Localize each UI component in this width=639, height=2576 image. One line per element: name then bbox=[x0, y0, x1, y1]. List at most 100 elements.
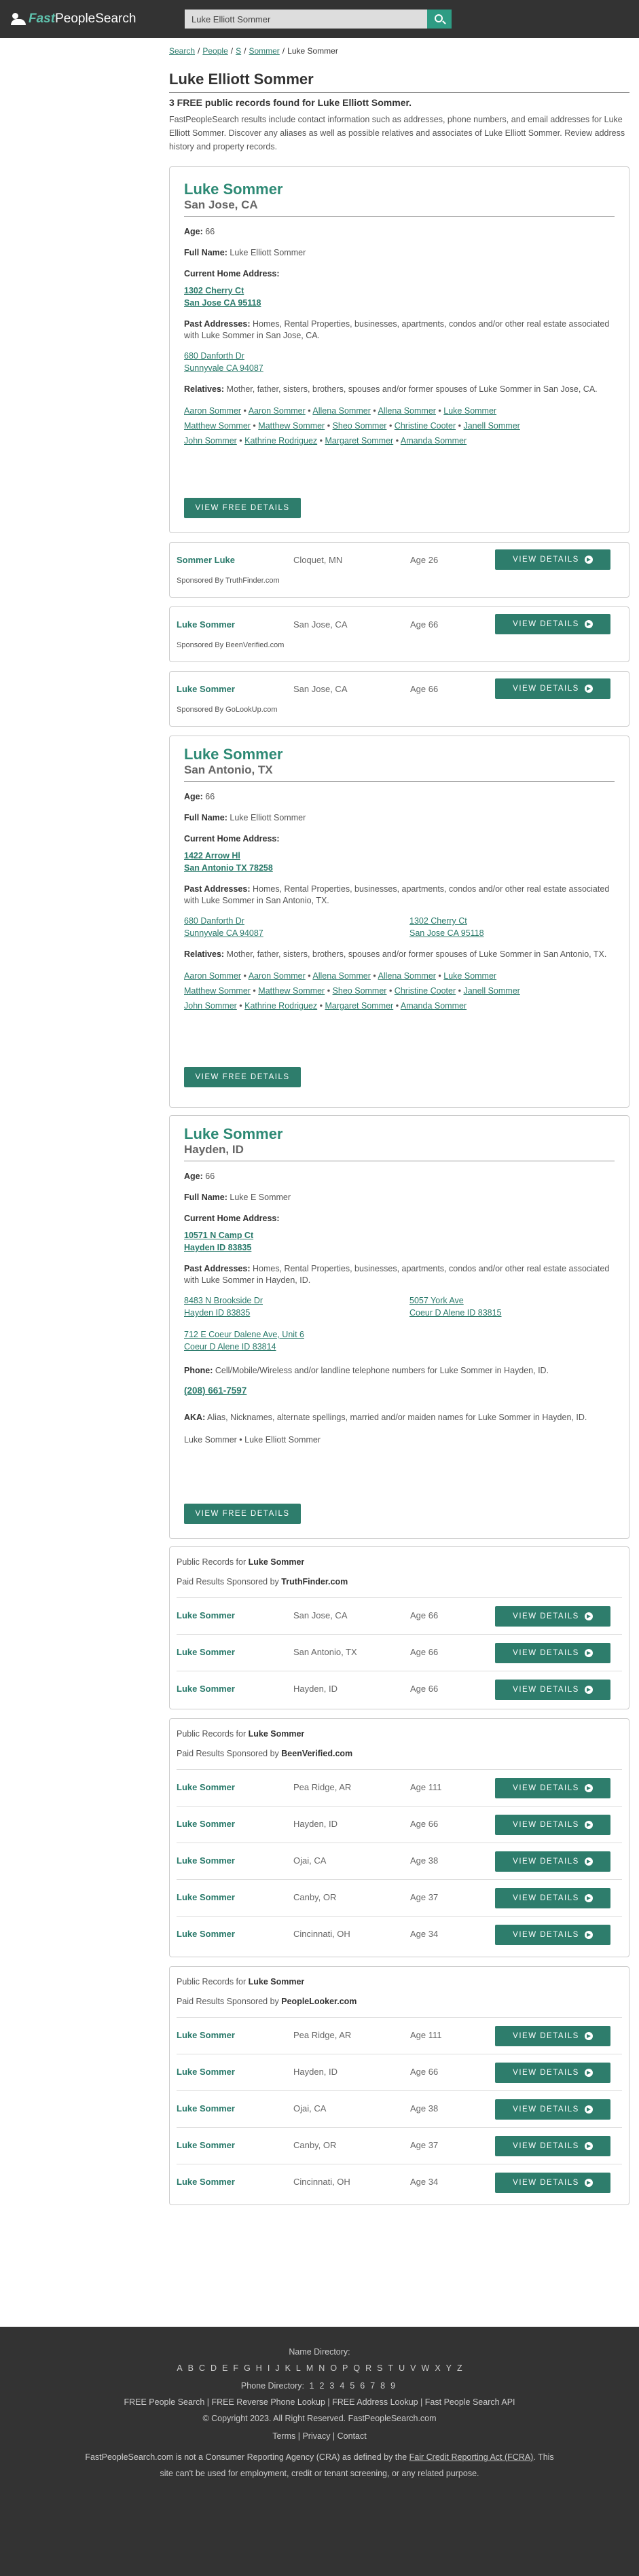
result-name[interactable]: Luke Sommer bbox=[177, 2103, 235, 2114]
relative-link[interactable]: Allena Sommer bbox=[378, 971, 436, 981]
digit-link[interactable]: 3 bbox=[329, 2381, 334, 2391]
letter-link[interactable]: O bbox=[330, 2363, 337, 2373]
letter-link[interactable]: H bbox=[256, 2363, 262, 2373]
relative-link[interactable]: Aaron Sommer bbox=[249, 406, 306, 416]
relative-link[interactable]: Margaret Sommer bbox=[325, 436, 393, 446]
digit-link[interactable]: 6 bbox=[360, 2381, 365, 2391]
relative-link[interactable]: Matthew Sommer bbox=[258, 986, 325, 996]
result-name[interactable]: Luke Sommer bbox=[177, 1819, 235, 1829]
relative-link[interactable]: Allena Sommer bbox=[378, 406, 436, 416]
view-details-button[interactable]: VIEW DETAILS bbox=[495, 2173, 610, 2193]
relative-link[interactable]: John Sommer bbox=[184, 436, 237, 446]
result-name[interactable]: Luke Sommer bbox=[177, 2140, 235, 2150]
result-name[interactable]: Luke Sommer bbox=[177, 1647, 235, 1657]
relative-link[interactable]: Amanda Sommer bbox=[401, 436, 467, 446]
digit-link[interactable]: 1 bbox=[310, 2381, 314, 2391]
relative-link[interactable]: Christine Cooter bbox=[395, 986, 456, 996]
result-name[interactable]: Luke Sommer bbox=[177, 2177, 235, 2187]
current-address-link[interactable]: 1302 Cherry Ct San Jose CA 95118 bbox=[184, 285, 615, 309]
letter-link[interactable]: M bbox=[306, 2363, 313, 2373]
result-name[interactable]: Luke Sommer bbox=[177, 1610, 235, 1620]
fcra-link[interactable]: Fair Credit Reporting Act (FCRA) bbox=[409, 2452, 534, 2462]
breadcrumb-letter[interactable]: S bbox=[236, 46, 241, 56]
view-details-button[interactable]: VIEW DETAILS bbox=[495, 1888, 610, 1908]
digit-link[interactable]: 5 bbox=[350, 2381, 354, 2391]
relative-link[interactable]: Janell Sommer bbox=[463, 421, 519, 431]
result-name[interactable]: Luke Sommer bbox=[177, 1782, 235, 1792]
relative-link[interactable]: Kathrine Rodriguez bbox=[244, 436, 317, 446]
view-details-button[interactable]: VIEW DETAILS bbox=[495, 678, 610, 699]
breadcrumb-search[interactable]: Search bbox=[169, 46, 195, 56]
view-free-details-button[interactable]: VIEW FREE DETAILS bbox=[184, 1504, 301, 1524]
result-name[interactable]: Luke Sommer bbox=[177, 2030, 235, 2040]
current-address-link[interactable]: 1422 Arrow Hl San Antonio TX 78258 bbox=[184, 850, 615, 874]
relative-link[interactable]: Luke Sommer bbox=[443, 406, 496, 416]
view-details-button[interactable]: VIEW DETAILS bbox=[495, 1643, 610, 1663]
past-address-link[interactable]: 712 E Coeur Dalene Ave, Unit 6 Coeur D A… bbox=[184, 1328, 615, 1353]
view-details-button[interactable]: VIEW DETAILS bbox=[495, 2136, 610, 2156]
letter-link[interactable]: P bbox=[342, 2363, 348, 2373]
relative-link[interactable]: Amanda Sommer bbox=[401, 1001, 467, 1011]
letter-link[interactable]: S bbox=[377, 2363, 382, 2373]
relative-link[interactable]: Janell Sommer bbox=[463, 986, 519, 996]
person-name[interactable]: Luke Sommer bbox=[184, 181, 615, 198]
view-details-button[interactable]: VIEW DETAILS bbox=[495, 2026, 610, 2046]
past-address-link[interactable]: 8483 N Brookside Dr Hayden ID 83835 bbox=[184, 1294, 409, 1319]
view-details-button[interactable]: VIEW DETAILS bbox=[495, 2099, 610, 2120]
relative-link[interactable]: Allena Sommer bbox=[312, 406, 370, 416]
relative-link[interactable]: Sheo Sommer bbox=[333, 986, 387, 996]
letter-link[interactable]: D bbox=[211, 2363, 217, 2373]
relative-link[interactable]: John Sommer bbox=[184, 1001, 237, 1011]
result-name[interactable]: Luke Sommer bbox=[177, 1929, 235, 1939]
sponsored-name[interactable]: Luke Sommer bbox=[177, 619, 235, 630]
person-name[interactable]: Luke Sommer bbox=[184, 746, 615, 763]
relative-link[interactable]: Matthew Sommer bbox=[258, 421, 325, 431]
sponsored-name[interactable]: Luke Sommer bbox=[177, 684, 235, 694]
letter-link[interactable]: A bbox=[177, 2363, 182, 2373]
letter-link[interactable]: E bbox=[222, 2363, 227, 2373]
view-free-details-button[interactable]: VIEW FREE DETAILS bbox=[184, 498, 301, 518]
relative-link[interactable]: Aaron Sommer bbox=[184, 406, 241, 416]
relative-link[interactable]: Aaron Sommer bbox=[184, 971, 241, 981]
relative-link[interactable]: Christine Cooter bbox=[395, 421, 456, 431]
letter-link[interactable]: Y bbox=[446, 2363, 452, 2373]
letter-link[interactable]: X bbox=[435, 2363, 440, 2373]
letter-link[interactable]: B bbox=[188, 2363, 194, 2373]
letter-link[interactable]: Q bbox=[353, 2363, 360, 2373]
letter-link[interactable]: U bbox=[399, 2363, 405, 2373]
phone-number-link[interactable]: (208) 661-7597 bbox=[184, 1385, 615, 1397]
breadcrumb-lastname[interactable]: Sommer bbox=[249, 46, 279, 56]
letter-link[interactable]: J bbox=[275, 2363, 279, 2373]
policy-links[interactable]: Terms | Privacy | Contact bbox=[0, 2431, 639, 2441]
past-address-link[interactable]: 5057 York Ave Coeur D Alene ID 83815 bbox=[409, 1294, 502, 1319]
site-logo[interactable]: FastPeopleSearch bbox=[11, 12, 136, 26]
view-details-button[interactable]: VIEW DETAILS bbox=[495, 1778, 610, 1798]
letter-link[interactable]: W bbox=[422, 2363, 430, 2373]
letter-link[interactable]: G bbox=[244, 2363, 251, 2373]
relative-link[interactable]: Kathrine Rodriguez bbox=[244, 1001, 317, 1011]
letter-link[interactable]: V bbox=[410, 2363, 416, 2373]
letter-link[interactable]: R bbox=[365, 2363, 371, 2373]
relative-link[interactable]: Matthew Sommer bbox=[184, 986, 251, 996]
digit-link[interactable]: 9 bbox=[390, 2381, 395, 2391]
footer-links[interactable]: FREE People Search | FREE Reverse Phone … bbox=[0, 2397, 639, 2407]
digit-link[interactable]: 8 bbox=[380, 2381, 385, 2391]
breadcrumb-people[interactable]: People bbox=[202, 46, 227, 56]
letter-link[interactable]: F bbox=[233, 2363, 238, 2373]
letter-link[interactable]: T bbox=[388, 2363, 394, 2373]
view-details-button[interactable]: VIEW DETAILS bbox=[495, 1680, 610, 1700]
result-name[interactable]: Luke Sommer bbox=[177, 1684, 235, 1694]
view-free-details-button[interactable]: VIEW FREE DETAILS bbox=[184, 1067, 301, 1087]
letter-link[interactable]: L bbox=[296, 2363, 301, 2373]
relative-link[interactable]: Margaret Sommer bbox=[325, 1001, 393, 1011]
letter-link[interactable]: Z bbox=[457, 2363, 462, 2373]
past-address-link[interactable]: 1302 Cherry Ct San Jose CA 95118 bbox=[409, 915, 484, 939]
result-name[interactable]: Luke Sommer bbox=[177, 1892, 235, 1902]
relative-link[interactable]: Allena Sommer bbox=[312, 971, 370, 981]
view-details-button[interactable]: VIEW DETAILS bbox=[495, 1925, 610, 1945]
letter-link[interactable]: K bbox=[285, 2363, 291, 2373]
view-details-button[interactable]: VIEW DETAILS bbox=[495, 2063, 610, 2083]
view-details-button[interactable]: VIEW DETAILS bbox=[495, 1815, 610, 1835]
relative-link[interactable]: Sheo Sommer bbox=[333, 421, 387, 431]
result-name[interactable]: Luke Sommer bbox=[177, 2067, 235, 2077]
